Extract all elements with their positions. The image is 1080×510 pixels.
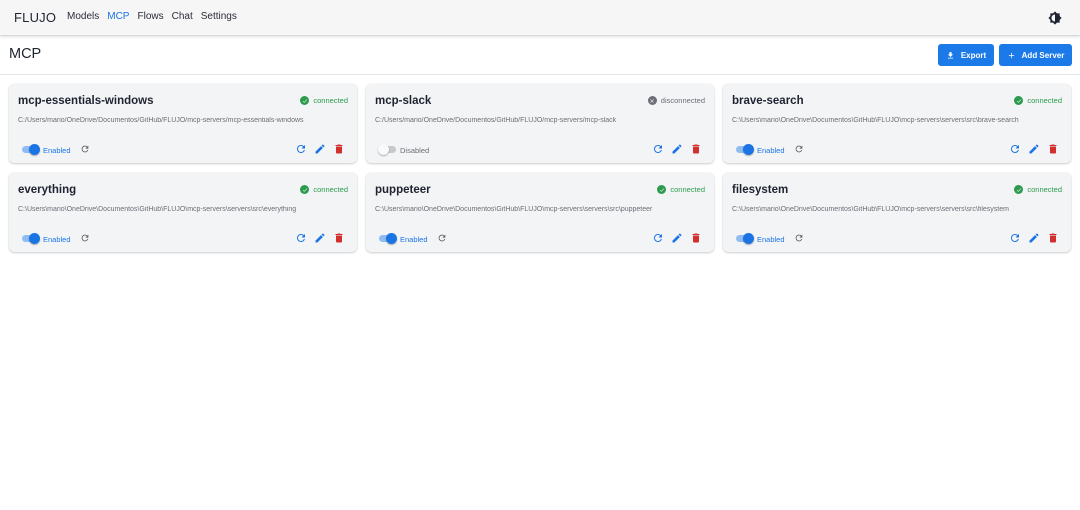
server-name: everything: [18, 184, 77, 196]
refresh-icon[interactable]: [295, 143, 307, 155]
refresh-icon[interactable]: [295, 232, 307, 244]
toggle-knob[interactable]: [378, 144, 389, 155]
delete-icon[interactable]: [333, 143, 345, 155]
delete-icon[interactable]: [690, 143, 702, 155]
server-path: C:\Users\mario\OneDrive\Documentos\GitHu…: [732, 206, 1009, 213]
nav-item-flows[interactable]: Flows: [137, 11, 163, 22]
enable-toggle[interactable]: [379, 233, 397, 244]
server-name: puppeteer: [375, 184, 431, 196]
edit-icon[interactable]: [1028, 232, 1040, 244]
check-circle-icon: [300, 96, 310, 105]
page-header: MCP Export Add Server: [0, 36, 1080, 75]
status-text: connected: [313, 96, 348, 105]
server-card-filesystem: filesystem connected C:\Users\mario\OneD…: [723, 173, 1071, 252]
check-circle-icon: [1014, 185, 1024, 194]
delete-icon[interactable]: [1047, 232, 1059, 244]
server-card-mcp-essentials-windows: mcp-essentials-windows connected C:/User…: [9, 84, 357, 163]
enable-toggle-label: Enabled: [757, 235, 785, 244]
main-nav: Models MCP Flows Chat Settings: [67, 11, 245, 22]
enable-toggle-label: Enabled: [43, 235, 71, 244]
server-path: C:\Users\mario\OneDrive\Documentos\GitHu…: [375, 206, 653, 213]
toggle-knob[interactable]: [386, 233, 397, 244]
enable-toggle-label: Enabled: [400, 235, 428, 244]
server-status: connected: [1014, 185, 1062, 194]
server-card-everything: everything connected C:\Users\mario\OneD…: [9, 173, 357, 252]
server-status: disconnected: [647, 96, 705, 105]
refresh-icon[interactable]: [652, 143, 664, 155]
enable-toggle-label: Disabled: [400, 146, 430, 155]
delete-icon[interactable]: [690, 232, 702, 244]
nav-item-models[interactable]: Models: [67, 11, 99, 22]
refresh-icon[interactable]: [1009, 143, 1021, 155]
refresh-icon[interactable]: [1009, 232, 1021, 244]
server-status: connected: [300, 185, 348, 194]
add-server-button[interactable]: Add Server: [999, 44, 1072, 66]
status-text: connected: [313, 185, 348, 194]
edit-icon[interactable]: [671, 143, 683, 155]
nav-item-settings[interactable]: Settings: [201, 11, 237, 22]
server-name: filesystem: [732, 184, 789, 196]
server-name: mcp-slack: [375, 95, 432, 107]
enable-toggle[interactable]: [378, 144, 396, 155]
toggle-knob[interactable]: [743, 233, 754, 244]
toggle-knob[interactable]: [29, 233, 40, 244]
enable-toggle[interactable]: [22, 233, 40, 244]
server-status: connected: [300, 96, 348, 105]
enable-toggle-label: Enabled: [43, 146, 71, 155]
server-path: C:\Users\mario\OneDrive\Documentos\GitHu…: [18, 206, 297, 213]
enable-toggle[interactable]: [736, 233, 754, 244]
restart-icon[interactable]: [437, 233, 447, 243]
server-name: mcp-essentials-windows: [18, 95, 154, 107]
toggle-knob[interactable]: [743, 144, 754, 155]
restart-icon[interactable]: [794, 233, 804, 243]
nav-item-chat[interactable]: Chat: [172, 11, 193, 22]
edit-icon[interactable]: [314, 232, 326, 244]
check-circle-icon: [1014, 96, 1024, 105]
nav-item-mcp[interactable]: MCP: [107, 11, 129, 22]
status-text: connected: [670, 185, 705, 194]
app-brand[interactable]: FLUJO: [14, 10, 56, 25]
restart-icon[interactable]: [80, 233, 90, 243]
status-text: disconnected: [660, 96, 705, 105]
edit-icon[interactable]: [314, 143, 326, 155]
check-circle-icon: [657, 185, 667, 194]
edit-icon[interactable]: [1028, 143, 1040, 155]
top-navbar: FLUJO Models MCP Flows Chat Settings: [0, 0, 1080, 36]
status-text: connected: [1027, 185, 1062, 194]
server-name: brave-search: [732, 95, 804, 107]
check-circle-icon: [300, 185, 310, 194]
export-button-label: Export: [960, 50, 987, 60]
server-path: C:/Users/mario/OneDrive/Documentos/GitHu…: [375, 117, 617, 124]
edit-icon[interactable]: [671, 232, 683, 244]
theme-toggle-icon[interactable]: [1048, 11, 1062, 25]
refresh-icon[interactable]: [652, 232, 664, 244]
server-card-mcp-slack: mcp-slack disconnected C:/Users/mario/On…: [366, 84, 714, 163]
restart-icon[interactable]: [80, 144, 90, 154]
delete-icon[interactable]: [333, 232, 345, 244]
export-button[interactable]: Export: [938, 44, 994, 66]
server-status: connected: [657, 185, 705, 194]
enable-toggle[interactable]: [22, 144, 40, 155]
server-path: C:/Users/mario/OneDrive/Documentos/GitHu…: [18, 117, 304, 124]
download-icon: [947, 51, 953, 58]
status-text: connected: [1027, 96, 1062, 105]
server-card-brave-search: brave-search connected C:\Users\mario\On…: [723, 84, 1071, 163]
page-title: MCP: [9, 46, 42, 62]
server-status: connected: [1014, 96, 1062, 105]
add-server-button-label: Add Server: [1021, 50, 1065, 60]
enable-toggle[interactable]: [736, 144, 754, 155]
server-path: C:\Users\mario\OneDrive\Documentos\GitHu…: [732, 117, 1019, 124]
enable-toggle-label: Enabled: [757, 146, 785, 155]
plus-icon: [1008, 52, 1014, 58]
cancel-circle-icon: [647, 96, 657, 105]
delete-icon[interactable]: [1047, 143, 1059, 155]
toggle-knob[interactable]: [29, 144, 40, 155]
restart-icon[interactable]: [794, 144, 804, 154]
server-card-puppeteer: puppeteer connected C:\Users\mario\OneDr…: [366, 173, 714, 252]
